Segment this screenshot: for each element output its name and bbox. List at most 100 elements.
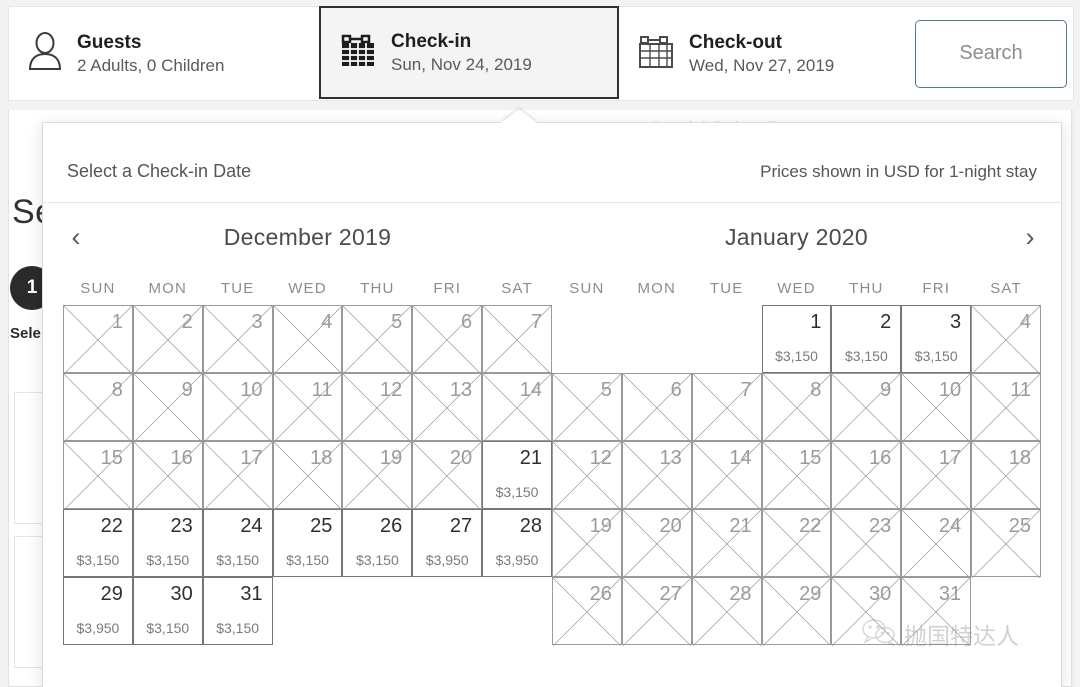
day-number: 5 — [391, 311, 403, 333]
calendar-day-unavailable: 7 — [691, 373, 762, 442]
weekday-label: SAT — [501, 279, 533, 297]
day-number: 29 — [100, 583, 123, 605]
calendar-day-available[interactable]: 21 $3,150 — [482, 441, 552, 509]
calendar-day-available[interactable]: 1 $3,150 — [761, 305, 832, 373]
calendar-day-unavailable: 8 — [63, 373, 133, 442]
calendar-day-unavailable: 10 — [901, 373, 972, 442]
day-price: $3,150 — [775, 348, 818, 364]
calendar-day-unavailable: 13 — [412, 373, 483, 442]
day-number: 1 — [111, 311, 123, 333]
day-number: 11 — [1010, 379, 1031, 401]
calendar-day-unavailable: 18 — [272, 441, 343, 510]
day-number: 22 — [100, 515, 123, 537]
calendar-day-unavailable: 19 — [552, 509, 622, 578]
calendar-day-unavailable: 2 — [132, 305, 203, 374]
day-number: 27 — [659, 583, 682, 605]
day-number: 25 — [1008, 515, 1031, 537]
day-number: 4 — [1019, 311, 1031, 333]
day-number: 28 — [729, 583, 752, 605]
day-price: $3,150 — [216, 620, 260, 636]
next-month-arrow-icon[interactable]: › — [1013, 220, 1047, 254]
calendar-outline-icon — [637, 31, 675, 76]
calendar-day-unavailable: 16 — [831, 441, 902, 510]
calendar-day-available[interactable]: 28 $3,950 — [482, 509, 552, 577]
calendar-day-available[interactable]: 2 $3,150 — [831, 305, 902, 373]
person-icon — [27, 31, 63, 76]
calendar-day-unavailable: 22 — [761, 509, 832, 578]
day-number: 7 — [740, 379, 752, 401]
calendar-day-unavailable: 6 — [621, 373, 692, 442]
search-button[interactable]: Search — [915, 19, 1067, 88]
weekday-label: MON — [637, 279, 677, 297]
checkout-field[interactable]: Check-out Wed, Nov 27, 2019 — [619, 7, 909, 100]
day-number: 17 — [938, 447, 962, 469]
day-number: 27 — [449, 515, 473, 537]
day-number: 28 — [519, 515, 542, 537]
calendar-cell-empty — [552, 305, 622, 373]
day-price: $3,950 — [425, 552, 469, 568]
weekday-label: SUN — [80, 279, 116, 297]
page-scrollbar[interactable] — [1073, 110, 1080, 687]
calendar-day-unavailable: 15 — [761, 441, 832, 510]
weekday-label: THU — [849, 279, 884, 297]
day-price: $3,150 — [286, 552, 329, 568]
guests-field[interactable]: Guests 2 Adults, 0 Children — [9, 7, 319, 100]
calendar-day-available[interactable]: 24 $3,150 — [202, 509, 273, 577]
calendar-day-available[interactable]: 22 $3,150 — [63, 509, 133, 577]
day-number: 21 — [729, 515, 752, 537]
calendar-day-unavailable: 14 — [482, 373, 552, 442]
calendar-day-unavailable: 12 — [552, 441, 622, 510]
day-number: 14 — [519, 379, 542, 401]
calendar-day-available[interactable]: 29 $3,950 — [63, 577, 133, 645]
day-price: $3,950 — [76, 620, 120, 636]
day-number: 8 — [810, 379, 822, 401]
day-number: 16 — [170, 447, 193, 469]
day-number: 13 — [659, 447, 682, 469]
day-number: 3 — [251, 311, 263, 333]
search-button-wrap: Search — [909, 7, 1073, 100]
day-price: $3,150 — [914, 348, 958, 364]
popup-title: Select a Check-in Date — [67, 161, 252, 181]
calendar-day-available[interactable]: 3 $3,150 — [901, 305, 972, 373]
calendar-day-unavailable: 13 — [621, 441, 692, 510]
prev-month-arrow-icon[interactable]: ‹ — [59, 220, 93, 254]
day-price: $3,150 — [844, 348, 888, 364]
calendar-day-available[interactable]: 30 $3,150 — [132, 577, 203, 645]
day-number: 8 — [111, 379, 123, 401]
day-number: 30 — [170, 583, 193, 605]
day-number: 2 — [181, 311, 193, 333]
weekday-label: SUN — [569, 279, 605, 297]
day-number: 18 — [310, 447, 333, 469]
day-number: 18 — [1008, 447, 1031, 469]
calendar-grid: 1 $3,150 2 $3,150 3 $3,150 4 5 6 7 8 9 10 11 12 13 14 15 1… — [552, 305, 1041, 646]
calendar-day-unavailable: 6 — [412, 305, 483, 374]
weekday-label: TUE — [220, 279, 255, 297]
day-number: 23 — [170, 515, 193, 537]
day-number: 5 — [600, 379, 612, 401]
day-number: 3 — [950, 311, 962, 333]
calendar-day-available[interactable]: 26 $3,150 — [342, 509, 413, 577]
day-number: 20 — [449, 447, 473, 469]
calendar-day-available[interactable]: 27 $3,950 — [412, 509, 483, 577]
calendar-day-unavailable: 28 — [691, 577, 762, 646]
calendar-day-unavailable: 10 — [202, 373, 273, 442]
calendar-day-unavailable: 29 — [761, 577, 832, 646]
calendar-day-available[interactable]: 25 $3,150 — [272, 509, 343, 577]
day-number: 30 — [869, 583, 892, 605]
day-number: 24 — [938, 515, 962, 537]
calendar-day-unavailable: 19 — [342, 441, 413, 510]
calendar-cell-empty — [692, 305, 762, 373]
calendar-day-unavailable: 15 — [63, 441, 133, 510]
calendar-day-available[interactable]: 31 $3,150 — [202, 577, 273, 645]
checkin-field[interactable]: Check-in Sun, Nov 24, 2019 — [319, 6, 619, 99]
calendar-day-available[interactable]: 23 $3,150 — [132, 509, 203, 577]
day-price: $3,150 — [216, 552, 260, 568]
calendar-day-unavailable: 27 — [621, 577, 692, 646]
day-number: 22 — [799, 515, 822, 537]
day-number: 24 — [240, 515, 263, 537]
calendar-cell-empty — [622, 305, 692, 373]
calendar-filled-icon — [339, 30, 377, 75]
checkin-label: Check-in — [391, 31, 472, 52]
day-number: 10 — [938, 379, 962, 401]
day-number: 9 — [880, 379, 892, 401]
